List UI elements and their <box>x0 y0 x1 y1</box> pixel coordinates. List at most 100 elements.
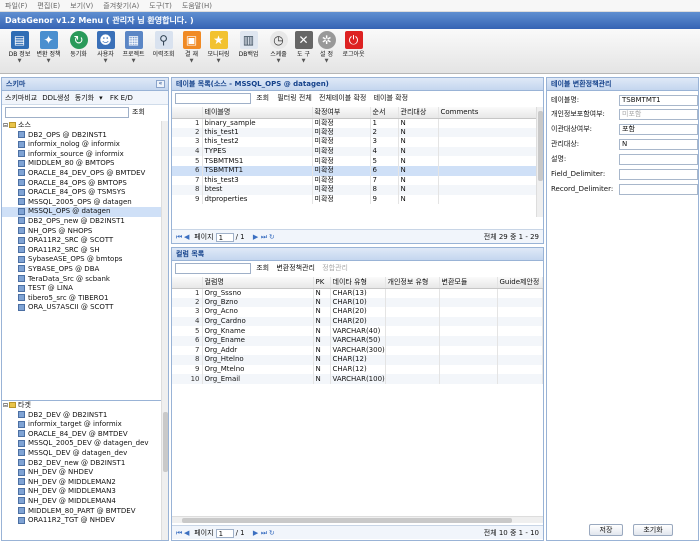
record-delimiter-field[interactable] <box>619 184 698 195</box>
next-page-icon[interactable]: ▶ <box>253 526 261 540</box>
tree-item[interactable]: MSSQL_2005_DEV @ datagen_dev <box>2 439 162 449</box>
table-row[interactable]: 7 this_test3 미확정 7 N <box>172 175 537 186</box>
conversion-policy-manage-button[interactable]: 변환정책관리 <box>276 261 315 276</box>
schema-search-button[interactable]: 조회 <box>132 105 145 119</box>
tree-item[interactable]: MSSQL_OPS @ datagen <box>2 207 162 217</box>
managed-header[interactable]: 관리대상 <box>398 107 439 119</box>
menu-help[interactable]: 도움말(H) <box>177 0 217 12</box>
source-tree-scrollbar[interactable] <box>161 121 168 403</box>
menu-edit[interactable]: 편집(E) <box>32 0 65 12</box>
column-search-input[interactable] <box>175 263 251 274</box>
page-input[interactable]: 1 <box>215 528 234 538</box>
tree-item[interactable]: NH_DEV @ MIDDLEMAN2 <box>2 478 162 488</box>
tree-item[interactable]: informix_target @ informix <box>2 420 162 430</box>
conversion-policy-button[interactable]: ✦ 변환 정책 ▼ <box>33 31 64 72</box>
last-page-icon[interactable]: ⏭ <box>261 526 269 540</box>
tree-item[interactable]: ORACLE_84_DEV @ BMTDEV <box>2 430 162 440</box>
tree-item[interactable]: MSSQL_DEV @ datagen_dev <box>2 449 162 459</box>
table-row[interactable]: 1 binary_sample 미확정 1 N <box>172 118 537 128</box>
refresh-icon[interactable]: ↻ <box>269 526 277 540</box>
confirm-status-header[interactable]: 확정여부 <box>312 107 371 119</box>
pk-header[interactable]: PK <box>313 277 331 289</box>
table-row[interactable]: 10 Org_Email N VARCHAR(100) <box>172 374 543 384</box>
description-field[interactable] <box>619 154 698 165</box>
save-button[interactable]: 저장 <box>589 524 623 536</box>
ddl-create-button[interactable]: DDL생성 <box>42 94 70 102</box>
logout-button[interactable]: ⏻ 로그아웃 <box>338 31 369 72</box>
tree-item[interactable]: SybaseASE_OPS @ bmtops <box>2 255 162 265</box>
source-folder[interactable]: ⊟ 소스 <box>2 121 162 131</box>
target-folder[interactable]: ⊟ 타겟 <box>2 401 162 411</box>
table-search-button[interactable]: 조회 <box>256 91 269 106</box>
table-name-header[interactable]: 테이블명 <box>202 107 313 119</box>
migration-target-field[interactable]: 포함 <box>619 124 698 135</box>
data-type-header[interactable]: 데이타 유형 <box>330 277 386 289</box>
column-grid-hscrollbar[interactable] <box>172 516 543 523</box>
field-delimiter-field[interactable] <box>619 169 698 180</box>
table-row[interactable]: 4 Org_Cardno N CHAR(20) <box>172 316 543 327</box>
confirm-table-button[interactable]: 테이블 확정 <box>374 91 408 106</box>
tree-item[interactable]: ORACLE_84_DEV_OPS @ BMTDEV <box>2 169 162 179</box>
tree-item[interactable]: MIDDLEM_80 @ BMTOPS <box>2 159 162 169</box>
table-row[interactable]: 9 dtproperties 미확정 9 N <box>172 194 537 205</box>
tree-item[interactable]: informix_nolog @ informix <box>2 140 162 150</box>
tree-item[interactable]: NH_DEV @ MIDDLEMAN4 <box>2 497 162 507</box>
user-button[interactable]: ☻ 사용자 ▼ <box>90 31 121 72</box>
tree-item[interactable]: DB2_DEV_new @ DB2INST1 <box>2 459 162 469</box>
next-page-icon[interactable]: ▶ <box>253 230 261 243</box>
tree-item[interactable]: NH_OPS @ NHOPS <box>2 227 162 237</box>
menu-file[interactable]: 파일(F) <box>0 0 32 12</box>
filter-all-button[interactable]: 필터링 전체 <box>277 91 311 106</box>
table-row[interactable]: 3 Org_Acno N CHAR(20) <box>172 307 543 317</box>
first-page-icon[interactable]: ⏮ <box>176 230 184 243</box>
refresh-icon[interactable]: ↻ <box>269 230 277 243</box>
collapse-icon[interactable]: « <box>156 80 165 88</box>
tree-item[interactable]: TEST @ LINA <box>2 284 162 294</box>
conversion-module-header[interactable]: 변환모듈 <box>439 277 498 289</box>
menu-tools[interactable]: 도구(T) <box>144 0 177 12</box>
prev-page-icon[interactable]: ◀ <box>184 526 192 540</box>
table-grid-scrollbar[interactable] <box>536 107 543 217</box>
privacy-type-header[interactable]: 개인정보 유형 <box>385 277 440 289</box>
table-row[interactable]: 6 TSBMTMT1 미확정 6 N <box>172 165 537 176</box>
prev-page-icon[interactable]: ◀ <box>184 230 192 243</box>
consistency-manage-button[interactable]: 정합관리 <box>322 261 348 276</box>
order-header[interactable]: 순서 <box>370 107 399 119</box>
table-row[interactable]: 1 Org_Sssno N CHAR(13) <box>172 288 543 298</box>
table-row[interactable]: 6 Org_Ename N VARCHAR(50) <box>172 335 543 346</box>
history-button[interactable]: ⚲ 이력조회 <box>148 31 179 72</box>
schema-compare-button[interactable]: 스키마비교 <box>5 94 37 102</box>
page-input[interactable]: 1 <box>215 232 234 242</box>
tree-item[interactable]: DB2_OPS @ DB2INST1 <box>2 131 162 141</box>
tree-item[interactable]: DB2_OPS_new @ DB2INST1 <box>2 217 162 227</box>
table-row[interactable]: 8 btest 미확정 8 N <box>172 185 537 195</box>
tree-item[interactable]: SYBASE_OPS @ DBA <box>2 265 162 275</box>
tree-item[interactable]: NH_DEV @ MIDDLEMAN3 <box>2 487 162 497</box>
schema-search-input[interactable] <box>5 106 129 118</box>
table-name-field[interactable]: TSBMTMT1 <box>619 95 698 106</box>
column-search-button[interactable]: 조회 <box>256 261 269 276</box>
sync-dropdown[interactable]: 동기화 <box>75 94 94 102</box>
table-search-input[interactable] <box>175 93 251 104</box>
tree-item[interactable]: informix_source @ informix <box>2 150 162 160</box>
table-row[interactable]: 2 Org_Bzno N CHAR(10) <box>172 297 543 308</box>
table-row[interactable]: 9 Org_Mtelno N CHAR(12) <box>172 364 543 375</box>
table-row[interactable]: 5 TSBMTMS1 미확정 5 N <box>172 156 537 166</box>
monitoring-button[interactable]: ★ 모니터링 ▼ <box>203 31 234 72</box>
tree-item[interactable]: TeraData_Src @ scbank <box>2 275 162 285</box>
tree-item[interactable]: ORA_US7ASCII @ SCOTT <box>2 303 162 313</box>
tree-item[interactable]: ORACLE_84_OPS @ BMTOPS <box>2 179 162 189</box>
last-page-icon[interactable]: ⏭ <box>261 230 269 243</box>
fk-toggle-button[interactable]: FK E/D <box>110 94 133 102</box>
tree-item[interactable]: tibero5_src @ TIBERO1 <box>2 294 162 304</box>
managed-field[interactable]: N <box>619 139 698 150</box>
db-backup-button[interactable]: ▥ DB백업 <box>233 31 264 72</box>
tree-item[interactable]: ORA11R2_SRC @ SH <box>2 246 162 256</box>
table-row[interactable]: 5 Org_Kname N VARCHAR(40) <box>172 326 543 336</box>
table-row[interactable]: 3 this_test2 미확정 3 N <box>172 137 537 147</box>
project-button[interactable]: ▦ 프로젝트 ▼ <box>118 31 149 72</box>
comments-header[interactable]: Comments <box>438 107 537 119</box>
tree-item[interactable]: ORACLE_84_OPS @ TSMSYS <box>2 188 162 198</box>
menu-view[interactable]: 보기(V) <box>65 0 98 12</box>
confirm-all-tables-button[interactable]: 전체테이블 확정 <box>319 91 366 106</box>
